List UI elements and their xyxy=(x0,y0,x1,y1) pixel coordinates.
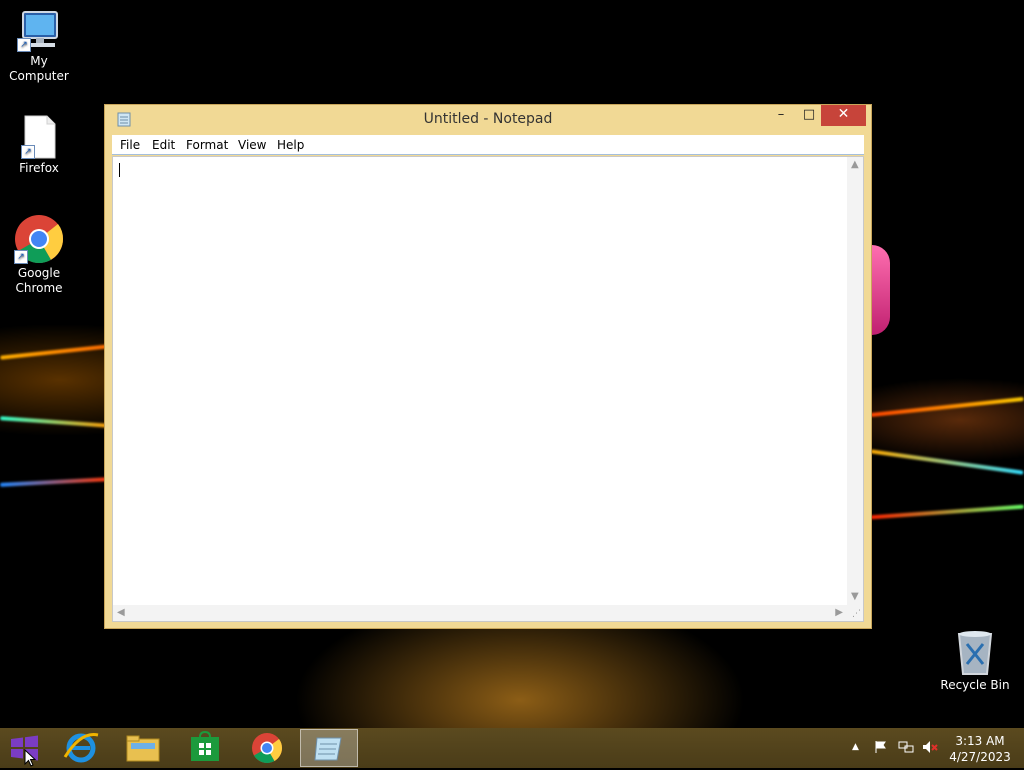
taskbar-store[interactable] xyxy=(176,729,234,767)
desktop-icon-label: Firefox xyxy=(19,161,59,175)
start-button[interactable] xyxy=(0,729,58,767)
action-center-flag-icon[interactable] xyxy=(874,740,888,757)
desktop-icon-label: My Computer xyxy=(9,54,69,83)
shortcut-arrow-icon: ↗ xyxy=(21,145,35,159)
clock-time: 3:13 AM xyxy=(955,734,1005,748)
wallpaper-streak xyxy=(0,477,111,487)
scroll-left-arrow-icon[interactable]: ◀ xyxy=(117,608,125,618)
notepad-window: Untitled - Notepad – □ ✕ File Edit Forma… xyxy=(104,104,872,629)
recycle-bin-icon xyxy=(955,630,995,676)
taskbar-internet-explorer[interactable] xyxy=(52,729,110,767)
desktop-icon-firefox[interactable]: ↗ Firefox xyxy=(0,115,78,176)
wallpaper-streak xyxy=(0,344,110,360)
wallpaper-streak xyxy=(0,416,111,428)
scroll-up-arrow-icon[interactable]: ▲ xyxy=(851,160,859,170)
desktop-icon-recycle-bin[interactable]: Recycle Bin xyxy=(936,630,1014,693)
taskbar-google-chrome[interactable] xyxy=(238,729,296,767)
text-editor[interactable]: ▲ ▼ ◀ ▶ ⋰ xyxy=(112,156,864,622)
wallpaper-streak xyxy=(870,449,1024,475)
clock-date: 4/27/2023 xyxy=(949,750,1011,764)
taskbar-notepad[interactable] xyxy=(300,729,358,767)
menu-bar: File Edit Format View Help xyxy=(112,135,864,155)
file-icon: ↗ xyxy=(21,115,57,159)
chrome-icon xyxy=(252,733,282,764)
desktop-icon-label: Google Chrome xyxy=(15,266,63,295)
menu-edit[interactable]: Edit xyxy=(152,138,175,152)
wallpaper-streak xyxy=(870,504,1024,520)
desktop-icon-label: Recycle Bin xyxy=(940,678,1010,692)
menu-help[interactable]: Help xyxy=(277,138,304,152)
minimize-button[interactable]: – xyxy=(769,105,793,126)
horizontal-scrollbar[interactable]: ◀ ▶ xyxy=(113,605,847,621)
close-button[interactable]: ✕ xyxy=(821,105,866,126)
desktop-icon-google-chrome[interactable]: ↗ Google Chrome xyxy=(0,214,78,296)
maximize-button[interactable]: □ xyxy=(796,105,822,126)
folder-icon xyxy=(126,735,160,762)
store-icon xyxy=(191,730,219,761)
shortcut-arrow-icon: ↗ xyxy=(17,38,31,52)
menu-format[interactable]: Format xyxy=(186,138,228,152)
menu-view[interactable]: View xyxy=(238,138,266,152)
shortcut-arrow-icon: ↗ xyxy=(14,250,28,264)
scroll-right-arrow-icon[interactable]: ▶ xyxy=(835,608,843,618)
title-bar[interactable]: Untitled - Notepad – □ ✕ xyxy=(105,105,871,135)
scroll-down-arrow-icon[interactable]: ▼ xyxy=(851,592,859,602)
window-title: Untitled - Notepad xyxy=(423,111,553,127)
wallpaper-streak xyxy=(870,396,1024,418)
wallpaper-pink-shape xyxy=(872,245,890,335)
taskbar-file-explorer[interactable] xyxy=(114,729,172,767)
taskbar: ▲ 3:13 AM 4/27/2023 xyxy=(0,728,1024,768)
desktop-icon-my-computer[interactable]: ↗ My Computer xyxy=(0,10,78,84)
resize-grip-icon[interactable]: ⋰ xyxy=(847,605,863,621)
chrome-icon: ↗ xyxy=(14,214,64,264)
notepad-icon xyxy=(314,737,342,761)
menu-file[interactable]: File xyxy=(120,138,140,152)
volume-muted-icon[interactable] xyxy=(922,740,938,757)
mouse-cursor-icon xyxy=(24,748,37,770)
computer-icon: ↗ xyxy=(17,10,61,52)
internet-explorer-icon xyxy=(63,732,99,763)
text-caret xyxy=(119,163,120,177)
system-clock[interactable]: 3:13 AM 4/27/2023 xyxy=(944,733,1016,765)
vertical-scrollbar[interactable]: ▲ ▼ xyxy=(847,157,863,605)
show-hidden-icons-icon[interactable]: ▲ xyxy=(852,742,859,752)
network-icon[interactable] xyxy=(898,740,914,757)
